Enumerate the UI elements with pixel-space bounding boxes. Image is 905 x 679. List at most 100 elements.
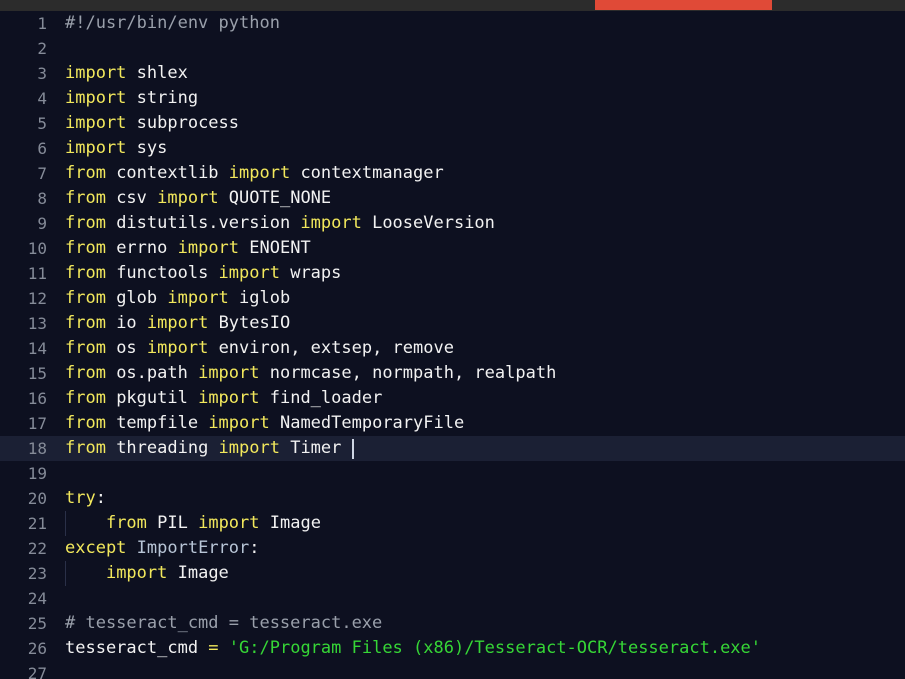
line-number: 7	[37, 164, 47, 183]
code-line[interactable]: 17 from tempfile import NamedTemporaryFil…	[0, 411, 905, 436]
code-line[interactable]: 20 try:	[0, 486, 905, 511]
code-token: wraps	[279, 263, 342, 283]
code-token: import	[228, 163, 291, 183]
code-line-text: import Image	[65, 561, 229, 586]
line-number: 3	[37, 64, 47, 83]
line-number: 10	[27, 239, 47, 258]
code-line[interactable]: 19	[0, 461, 905, 486]
code-token: :	[95, 488, 106, 508]
line-number: 11	[27, 264, 47, 283]
code-line[interactable]: 26 tesseract_cmd = 'G:/Program Files (x86…	[0, 636, 905, 661]
code-line-text: try:	[65, 486, 106, 511]
code-token: from	[65, 238, 106, 258]
code-token: from	[65, 163, 106, 183]
code-token: tesseract_cmd	[65, 638, 209, 658]
code-line[interactable]: 23 import Image	[0, 561, 905, 586]
code-line[interactable]: 11 from functools import wraps	[0, 261, 905, 286]
code-line-text: #!/usr/bin/env python	[65, 11, 280, 36]
line-number: 25	[27, 614, 47, 633]
code-token: NamedTemporaryFile	[269, 413, 465, 433]
code-line-text: # tesseract_cmd = tesseract.exe	[65, 611, 382, 636]
code-token: from	[65, 363, 106, 383]
code-line[interactable]: 5 import subprocess	[0, 111, 905, 136]
code-line[interactable]: 18 from threading import Timer	[0, 436, 905, 461]
code-token: from	[105, 513, 147, 533]
code-token: import	[65, 63, 127, 83]
code-line[interactable]: 8 from csv import QUOTE_NONE	[0, 186, 905, 211]
line-number: 2	[37, 39, 47, 58]
line-number: 22	[27, 539, 47, 558]
line-number: 16	[27, 389, 47, 408]
code-line[interactable]: 3 import shlex	[0, 61, 905, 86]
code-line-text: from threading import Timer	[65, 436, 341, 461]
code-line[interactable]: 12 from glob import iglob	[0, 286, 905, 311]
code-line-text: from os.path import normcase, normpath, …	[65, 361, 556, 386]
code-token: environ, extsep, remove	[208, 338, 454, 358]
code-token: import	[198, 513, 260, 533]
code-line[interactable]: 13 from io import BytesIO	[0, 311, 905, 336]
code-token: QUOTE_NONE	[218, 188, 332, 208]
line-number: 4	[37, 89, 47, 108]
code-token: BytesIO	[208, 313, 291, 333]
code-line[interactable]: 7 from contextlib import contextmanager	[0, 161, 905, 186]
code-line[interactable]: 2	[0, 36, 905, 61]
code-line[interactable]: 25 # tesseract_cmd = tesseract.exe	[0, 611, 905, 636]
code-token: Image	[167, 563, 229, 583]
line-number: 20	[27, 489, 47, 508]
code-token: from	[65, 188, 106, 208]
code-token: import	[146, 313, 209, 333]
code-token: from	[65, 338, 106, 358]
code-line[interactable]: 22 except ImportError:	[0, 536, 905, 561]
code-line-text: from functools import wraps	[65, 261, 341, 286]
code-line[interactable]: 1 #!/usr/bin/env python	[0, 11, 905, 36]
code-line[interactable]: 6 import sys	[0, 136, 905, 161]
code-line[interactable]: 4 import string	[0, 86, 905, 111]
code-token: from	[65, 213, 106, 233]
code-line-text: import string	[65, 86, 198, 111]
code-line[interactable]: 16 from pkgutil import find_loader	[0, 386, 905, 411]
code-line-text: from tempfile import NamedTemporaryFile	[65, 411, 464, 436]
line-number: 12	[27, 289, 47, 308]
code-line[interactable]: 14 from os import environ, extsep, remove	[0, 336, 905, 361]
code-line[interactable]: 10 from errno import ENOENT	[0, 236, 905, 261]
window-top-bar	[0, 0, 905, 11]
code-line-text: tesseract_cmd = 'G:/Program Files (x86)/…	[65, 636, 761, 661]
code-token: from	[65, 438, 106, 458]
code-line-text: from io import BytesIO	[65, 311, 290, 336]
code-line[interactable]: 21 from PIL import Image	[0, 511, 905, 536]
line-number: 17	[27, 414, 47, 433]
code-line[interactable]: 24	[0, 586, 905, 611]
code-line-text: from csv import QUOTE_NONE	[65, 186, 331, 211]
code-token: import	[157, 188, 219, 208]
code-lines-container[interactable]: 1 #!/usr/bin/env python 2 3 import shlex 4 imp…	[0, 11, 905, 679]
code-token: #!/usr/bin/env python	[65, 13, 280, 33]
code-token: # tesseract_cmd = tesseract.exe	[65, 613, 383, 633]
code-token: functools	[105, 263, 219, 283]
line-number: 24	[27, 589, 47, 608]
code-token: import	[218, 263, 280, 283]
code-token: subprocess	[126, 113, 240, 133]
code-editor[interactable]: 1 #!/usr/bin/env python 2 3 import shlex 4 imp…	[0, 11, 905, 679]
code-token: glob	[105, 288, 168, 308]
code-token: csv	[105, 188, 158, 208]
line-number: 18	[27, 439, 47, 458]
code-line[interactable]: 27	[0, 661, 905, 679]
line-number: 6	[37, 139, 47, 158]
line-number: 14	[27, 339, 47, 358]
code-token: from	[65, 413, 106, 433]
line-number: 26	[27, 639, 47, 658]
code-token: threading	[105, 438, 219, 458]
code-line[interactable]: 15 from os.path import normcase, normpath…	[0, 361, 905, 386]
code-token: string	[126, 88, 199, 108]
code-token: import	[198, 363, 260, 383]
active-tab-indicator[interactable]	[595, 0, 772, 10]
text-caret	[352, 439, 354, 459]
code-line[interactable]: 9 from distutils.version import LooseVers…	[0, 211, 905, 236]
line-number: 23	[27, 564, 47, 583]
code-line-text: from glob import iglob	[65, 286, 290, 311]
code-line-text: except ImportError:	[65, 536, 260, 561]
